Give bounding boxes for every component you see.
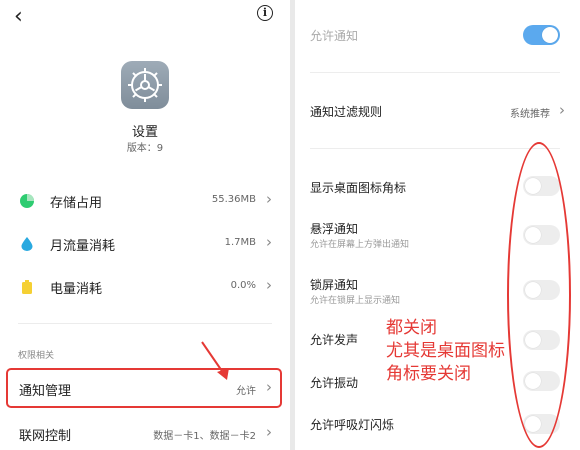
filter-rule-value: 系统推荐 xyxy=(510,109,550,120)
chevron-right-icon: › xyxy=(559,101,565,119)
divider xyxy=(310,148,560,149)
vibrate-label: 允许振动 xyxy=(310,376,359,390)
allow-notify-toggle[interactable] xyxy=(523,25,560,45)
annotation-line: 尤其是桌面图标 xyxy=(386,341,505,361)
filter-rule-label: 通知过滤规则 xyxy=(310,105,383,119)
led-label: 允许呼吸灯闪烁 xyxy=(310,418,395,432)
floating-sub: 允许在屏幕上方弹出通知 xyxy=(310,240,410,250)
annotation-text: 都关闭 尤其是桌面图标 角标要关闭 xyxy=(386,317,505,386)
arrow-annotation-icon xyxy=(201,341,229,380)
highlight-ellipse xyxy=(507,142,571,448)
floating-label: 悬浮通知 xyxy=(310,222,359,236)
toggle-knob xyxy=(542,27,558,43)
divider xyxy=(310,72,560,73)
filter-rule-row[interactable]: 通知过滤规则 系统推荐 › xyxy=(295,97,580,127)
annotation-line: 都关闭 xyxy=(386,318,437,338)
annotation-line: 角标要关闭 xyxy=(386,364,471,384)
sound-label: 允许发声 xyxy=(310,333,359,347)
allow-notify-label: 允许通知 xyxy=(310,29,359,43)
lockscreen-sub: 允许在锁屏上显示通知 xyxy=(310,296,401,306)
app-info-panel: ‹ i 设置 版本：9 存储占用 55.36MB › 月流量消耗 1.7MB ›… xyxy=(0,0,290,450)
lockscreen-label: 锁屏通知 xyxy=(310,278,359,292)
badge-label: 显示桌面图标角标 xyxy=(310,181,407,195)
